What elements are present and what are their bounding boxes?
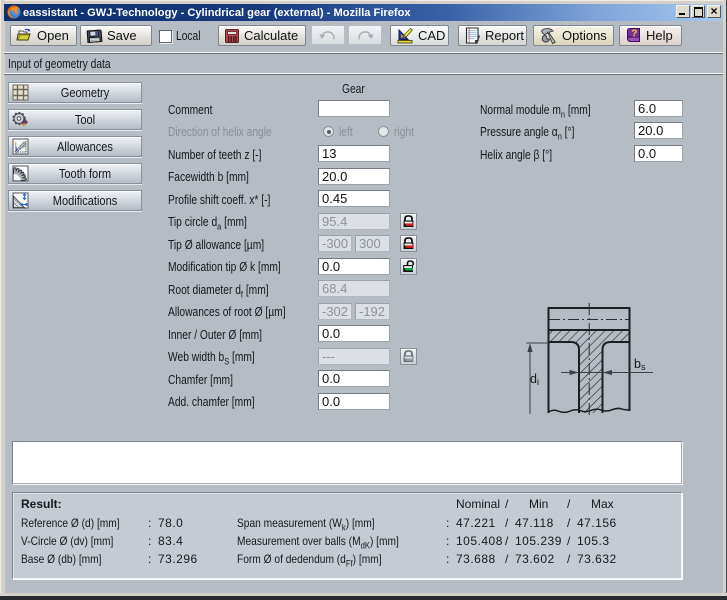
svg-text:bs: bs bbox=[634, 357, 646, 372]
svg-text:di: di bbox=[530, 372, 539, 387]
svg-text:?: ? bbox=[631, 29, 637, 40]
